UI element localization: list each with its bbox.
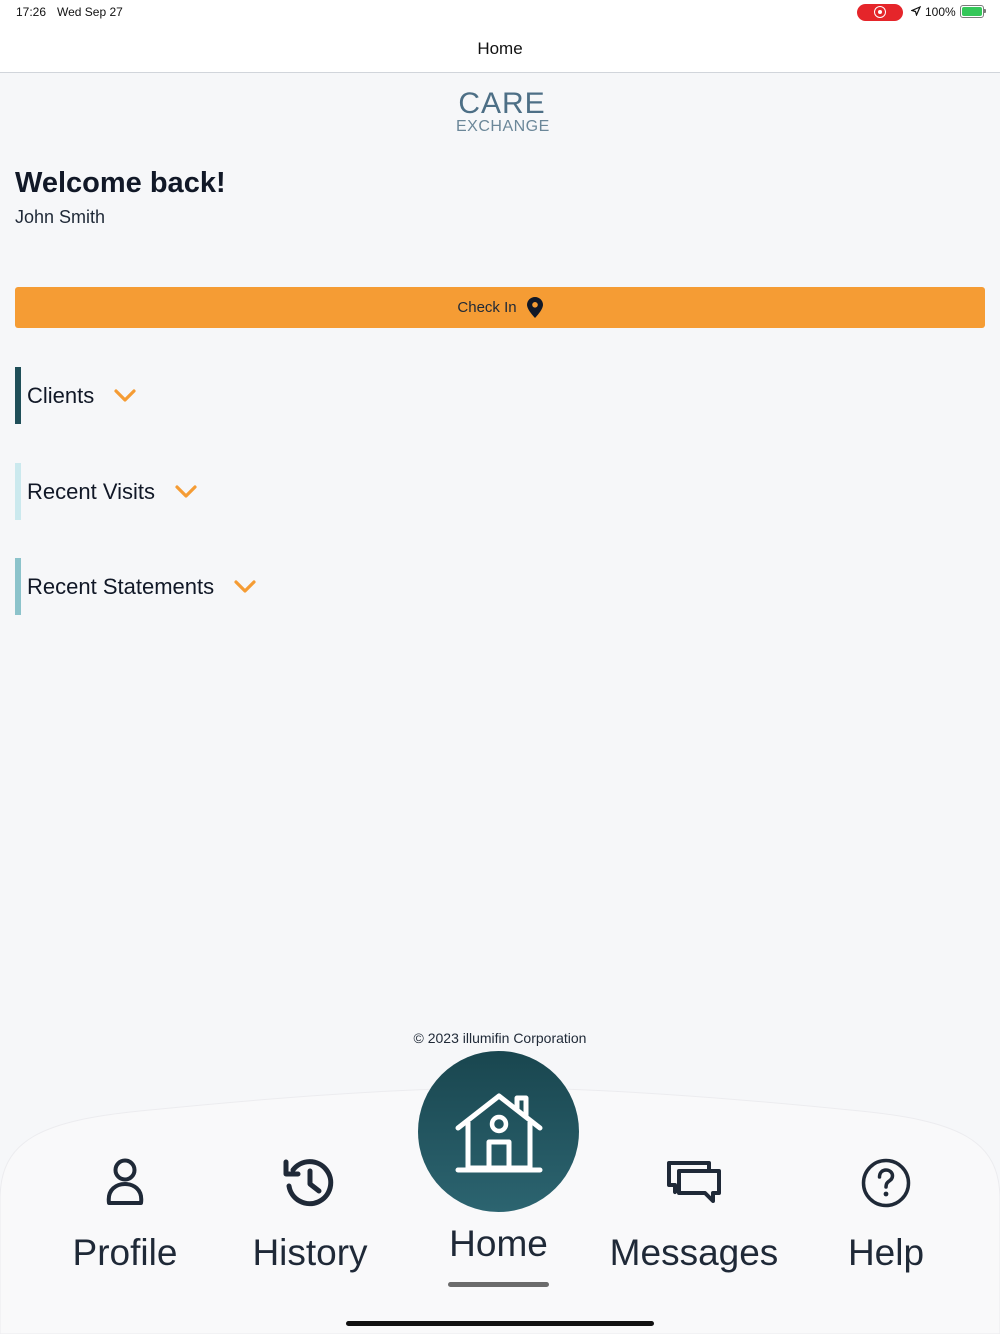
section-accent-bar bbox=[15, 463, 21, 520]
map-pin-icon bbox=[526, 297, 543, 318]
section-accent-bar bbox=[15, 367, 21, 424]
location-arrow-icon bbox=[911, 6, 921, 16]
check-in-button[interactable]: Check In bbox=[15, 287, 985, 328]
chevron-down-icon[interactable] bbox=[234, 579, 256, 594]
section-label: Recent Visits bbox=[27, 478, 155, 504]
screen-recording-indicator[interactable] bbox=[857, 4, 903, 21]
person-icon bbox=[106, 1158, 144, 1205]
section-accent-bar bbox=[15, 558, 21, 615]
section-recent-visits[interactable]: Recent Visits bbox=[15, 463, 197, 520]
history-icon bbox=[283, 1159, 334, 1207]
status-time: 17:26 bbox=[16, 5, 47, 19]
tab-help[interactable]: Help bbox=[796, 1155, 976, 1275]
section-label: Recent Statements bbox=[27, 573, 215, 599]
tab-label: History bbox=[252, 1232, 368, 1273]
tab-label: Messages bbox=[609, 1232, 779, 1273]
care-exchange-logo: CARE EXCHANGE bbox=[456, 87, 550, 135]
section-clients[interactable]: Clients bbox=[15, 367, 136, 424]
logo-line2: EXCHANGE bbox=[456, 118, 550, 135]
house-icon bbox=[455, 1093, 542, 1172]
status-date: Wed Sep 27 bbox=[57, 5, 123, 19]
tab-home[interactable] bbox=[418, 1051, 579, 1212]
question-circle-icon bbox=[861, 1158, 911, 1208]
navigation-bar: Home bbox=[0, 24, 1000, 73]
copyright-text: © 2023 illumifin Corporation bbox=[413, 1030, 587, 1046]
logo-line1: CARE bbox=[458, 87, 546, 120]
battery-percent: 100% bbox=[925, 5, 956, 19]
chat-bubbles-icon bbox=[667, 1161, 721, 1203]
battery-icon bbox=[960, 5, 984, 18]
tab-label: Help bbox=[847, 1232, 925, 1273]
tab-history[interactable]: History bbox=[220, 1155, 400, 1275]
tab-messages[interactable]: Messages bbox=[604, 1155, 784, 1275]
chevron-down-icon[interactable] bbox=[175, 484, 197, 499]
tab-profile[interactable]: Profile bbox=[35, 1155, 215, 1275]
section-label: Clients bbox=[27, 382, 95, 408]
section-recent-statements[interactable]: Recent Statements bbox=[15, 558, 256, 615]
page-title: Home bbox=[477, 39, 523, 58]
chevron-down-icon[interactable] bbox=[114, 388, 136, 403]
home-indicator[interactable] bbox=[346, 1321, 654, 1326]
status-bar: 17:26 Wed Sep 27 100% bbox=[0, 0, 1000, 24]
tab-home-label[interactable]: Home bbox=[418, 1222, 579, 1266]
user-name: John Smith bbox=[15, 207, 106, 227]
welcome-heading: Welcome back! bbox=[15, 167, 226, 199]
record-icon bbox=[874, 6, 886, 18]
check-in-label: Check In bbox=[457, 299, 517, 316]
tab-label: Profile bbox=[72, 1232, 178, 1273]
active-tab-indicator bbox=[448, 1282, 549, 1287]
